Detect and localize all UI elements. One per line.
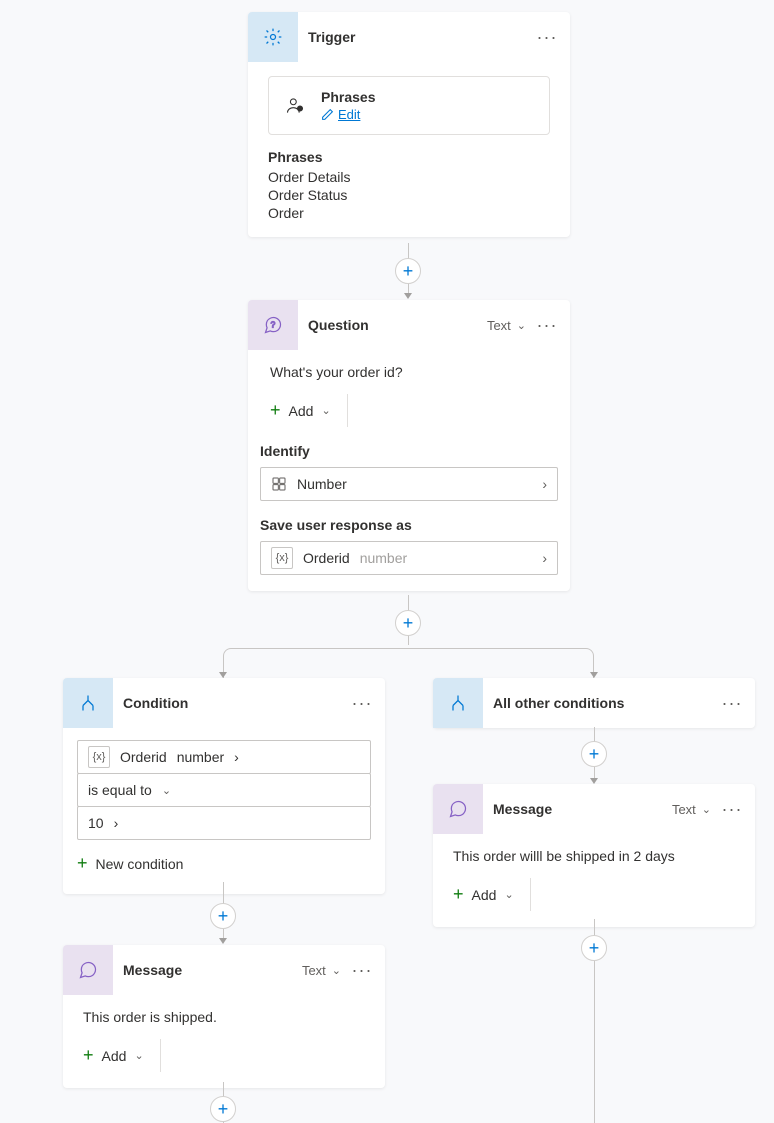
more-menu-button[interactable]: ··· (719, 796, 745, 822)
pencil-icon (321, 108, 334, 121)
user-voice-icon (285, 96, 305, 116)
node-title: Message (483, 801, 672, 817)
chevron-down-icon: ⌄ (134, 1049, 143, 1062)
question-node: ? Question Text ⌄ ··· What's your order … (248, 300, 570, 591)
add-step-button[interactable]: + (581, 935, 607, 961)
trigger-icon (248, 12, 298, 62)
condition-operator-field[interactable]: is equal to ⌄ (77, 773, 371, 807)
node-title: Condition (113, 695, 349, 711)
trigger-node: Trigger ··· Phrases Edit Phrases Order D… (248, 12, 570, 237)
more-menu-button[interactable]: ··· (349, 690, 375, 716)
chevron-right-icon: › (234, 749, 239, 765)
add-button[interactable]: + Add ⌄ (270, 394, 348, 427)
chevron-down-icon: ⌄ (321, 404, 330, 417)
type-dropdown[interactable]: Text ⌄ (487, 318, 526, 333)
more-menu-button[interactable]: ··· (349, 957, 375, 983)
question-text: What's your order id? (270, 364, 548, 380)
phrase-item: Order Status (268, 187, 550, 203)
phrases-card: Phrases Edit (268, 76, 550, 135)
type-dropdown[interactable]: Text ⌄ (672, 802, 711, 817)
node-title: All other conditions (483, 695, 719, 711)
more-menu-button[interactable]: ··· (534, 24, 560, 50)
condition-icon (433, 678, 483, 728)
identify-label: Identify (260, 443, 558, 459)
add-button[interactable]: + Add ⌄ (83, 1039, 161, 1072)
condition-icon (63, 678, 113, 728)
chevron-right-icon: › (542, 476, 547, 492)
condition-node: Condition ··· {x} Orderid number › is eq… (63, 678, 385, 894)
plus-icon: + (270, 400, 281, 421)
identify-field[interactable]: Number › (260, 467, 558, 501)
new-condition-button[interactable]: + New condition (77, 847, 199, 880)
chevron-down-icon: ⌄ (332, 964, 341, 977)
message-text: This order willl be shipped in 2 days (453, 848, 735, 864)
phrase-item: Order Details (268, 169, 550, 185)
add-step-button[interactable]: + (210, 903, 236, 929)
chevron-right-icon: › (542, 550, 547, 566)
chevron-down-icon: ⌄ (517, 319, 526, 332)
phrase-item: Order (268, 205, 550, 221)
chevron-down-icon: ⌄ (504, 888, 513, 901)
more-menu-button[interactable]: ··· (534, 312, 560, 338)
node-title: Question (298, 317, 487, 333)
chevron-right-icon: › (114, 815, 119, 831)
svg-text:?: ? (271, 320, 276, 330)
message-text: This order is shipped. (83, 1009, 365, 1025)
message-icon (433, 784, 483, 834)
type-dropdown[interactable]: Text ⌄ (302, 963, 341, 978)
add-step-button[interactable]: + (581, 741, 607, 767)
entity-icon (271, 476, 287, 492)
variable-icon: {x} (88, 746, 110, 768)
message-icon (63, 945, 113, 995)
condition-variable-field[interactable]: {x} Orderid number › (77, 740, 371, 774)
save-as-label: Save user response as (260, 517, 558, 533)
add-step-button[interactable]: + (210, 1096, 236, 1122)
chevron-down-icon: ⌄ (702, 803, 711, 816)
node-title: Message (113, 962, 302, 978)
variable-icon: {x} (271, 547, 293, 569)
message-node: Message Text ⌄ ··· This order is shipped… (63, 945, 385, 1088)
phrases-list-label: Phrases (268, 149, 550, 165)
edit-phrases-link[interactable]: Edit (321, 107, 375, 122)
chevron-down-icon: ⌄ (162, 784, 171, 797)
message-node: Message Text ⌄ ··· This order willl be s… (433, 784, 755, 927)
all-other-conditions-node: All other conditions ··· (433, 678, 755, 728)
phrases-label: Phrases (321, 89, 375, 105)
add-step-button[interactable]: + (395, 610, 421, 636)
node-title: Trigger (298, 29, 534, 45)
more-menu-button[interactable]: ··· (719, 690, 745, 716)
add-button[interactable]: + Add ⌄ (453, 878, 531, 911)
add-step-button[interactable]: + (395, 258, 421, 284)
variable-field[interactable]: {x} Orderid number › (260, 541, 558, 575)
plus-icon: + (77, 853, 88, 874)
plus-icon: + (83, 1045, 94, 1066)
condition-value-field[interactable]: 10 › (77, 806, 371, 840)
plus-icon: + (453, 884, 464, 905)
question-icon: ? (248, 300, 298, 350)
